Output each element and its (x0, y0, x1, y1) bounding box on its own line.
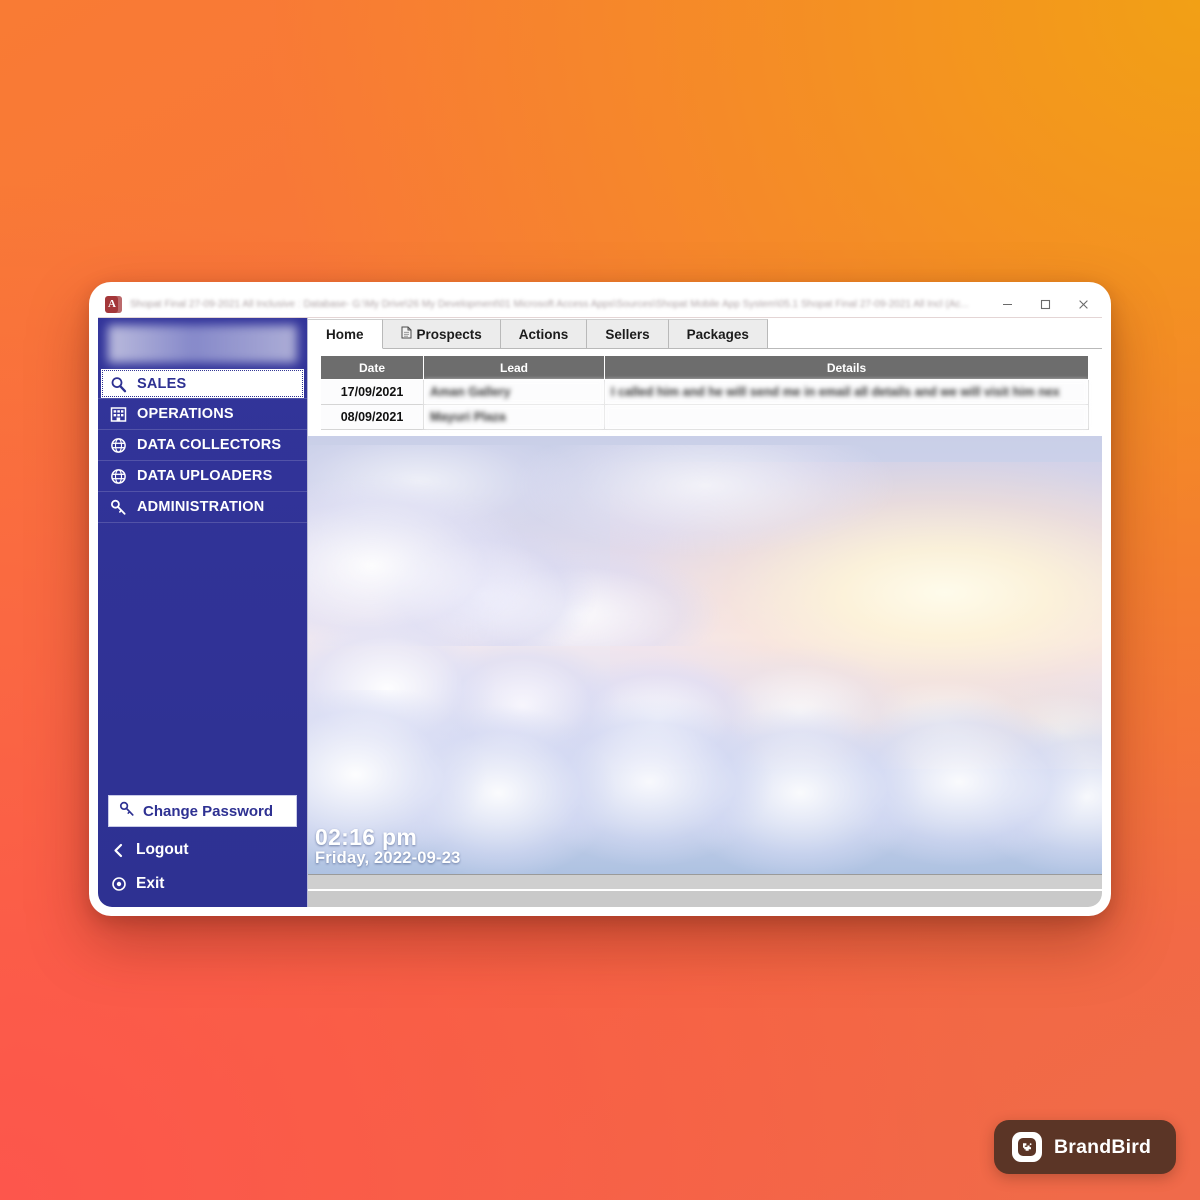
building-icon (109, 405, 128, 424)
access-icon-glyph: A (108, 297, 116, 310)
change-password-label: Change Password (143, 802, 274, 820)
logout-label: Logout (136, 841, 189, 858)
tab-bar: Home Prospects Actions Sellers Packages (308, 318, 1102, 349)
app-window: A Shopat Final 27-09-2021 All Inclusive … (89, 282, 1111, 916)
table-header-row: Date Lead Details (321, 356, 1089, 380)
cell-lead: Aman Gallery (423, 379, 605, 405)
clock-time: 02:16 pm (315, 824, 418, 851)
cloud-layer-middle (308, 602, 1102, 769)
sidebar-item-label: SALES (137, 375, 187, 392)
power-icon (111, 877, 126, 892)
sky-background-panel: 02:16 pm Friday, 2022-09-23 (308, 436, 1102, 874)
access-icon: A (105, 295, 122, 313)
table-row[interactable]: 17/09/2021 Aman Gallery I called him and… (321, 379, 1089, 405)
tab-sellers[interactable]: Sellers (587, 319, 669, 348)
brandbird-logo-icon (1012, 1132, 1042, 1162)
cell-date: 17/09/2021 (321, 379, 424, 405)
column-header-lead[interactable]: Lead (423, 356, 605, 380)
minimize-icon[interactable] (988, 291, 1026, 317)
change-password-button[interactable]: Change Password (108, 795, 297, 827)
cell-details: I called him and he will send me in emai… (604, 379, 1089, 405)
horizontal-scrollbar[interactable] (308, 874, 1102, 889)
sidebar-item-administration[interactable]: ADMINISTRATION (98, 491, 307, 523)
cell-date: 08/09/2021 (321, 404, 424, 430)
tab-label: Actions (518, 326, 569, 342)
tab-label: Home (326, 326, 364, 342)
tab-packages[interactable]: Packages (668, 319, 768, 348)
tab-prospects[interactable]: Prospects (382, 319, 501, 348)
window-titlebar: A Shopat Final 27-09-2021 All Inclusive … (98, 291, 1102, 318)
close-icon[interactable] (1064, 291, 1102, 317)
globe-icon (109, 467, 128, 486)
magnifier-icon (109, 375, 128, 394)
logout-button[interactable]: Logout (98, 833, 307, 867)
sidebar-item-data-collectors[interactable]: DATA COLLECTORS (98, 429, 307, 460)
exit-label: Exit (136, 875, 165, 892)
sidebar-item-label: DATA COLLECTORS (137, 436, 282, 453)
brandbird-label: BrandBird (1054, 1135, 1152, 1158)
content-area: Home Prospects Actions Sellers Packages … (307, 318, 1102, 907)
sidebar: SALES OPERATIONS DATA COLLECTORS DATA UP… (98, 318, 307, 907)
sidebar-nav: SALES OPERATIONS DATA COLLECTORS DATA UP… (98, 369, 307, 523)
clock-date: Friday, 2022-09-23 (315, 849, 461, 868)
column-header-date[interactable]: Date (321, 356, 424, 380)
tab-strip-filler (767, 319, 1102, 348)
key-icon (109, 498, 128, 517)
maximize-icon[interactable] (1026, 291, 1064, 317)
tab-label: Sellers (605, 326, 650, 342)
status-bar (308, 889, 1102, 907)
cell-lead: Mayuri Plaza (423, 404, 605, 430)
brandbird-watermark: BrandBird (994, 1120, 1176, 1174)
tab-home[interactable]: Home (308, 319, 383, 349)
sidebar-item-sales[interactable]: SALES (101, 369, 304, 398)
column-header-details[interactable]: Details (604, 356, 1089, 380)
records-table: Date Lead Details 17/09/2021 Aman Galler… (321, 356, 1089, 430)
exit-button[interactable]: Exit (98, 867, 307, 901)
cell-details (604, 404, 1089, 430)
sidebar-item-operations[interactable]: OPERATIONS (98, 398, 307, 429)
globe-icon (109, 436, 128, 455)
sidebar-item-label: OPERATIONS (137, 405, 234, 422)
window-title: Shopat Final 27-09-2021 All Inclusive : … (130, 298, 969, 310)
records-table-wrapper: Date Lead Details 17/09/2021 Aman Galler… (308, 349, 1102, 430)
key-icon (119, 801, 135, 821)
table-row[interactable]: 08/09/2021 Mayuri Plaza (321, 404, 1089, 430)
desktop-backdrop: A Shopat Final 27-09-2021 All Inclusive … (0, 0, 1200, 1200)
sidebar-item-label: ADMINISTRATION (137, 498, 265, 515)
tab-actions[interactable]: Actions (500, 319, 588, 348)
chevron-left-icon (111, 843, 126, 858)
clock-widget: 02:16 pm Friday, 2022-09-23 (315, 825, 460, 868)
document-icon (401, 326, 412, 342)
cloud-layer-upper (308, 444, 1102, 647)
sidebar-item-label: DATA UPLOADERS (137, 467, 273, 484)
sidebar-item-data-uploaders[interactable]: DATA UPLOADERS (98, 460, 307, 491)
tab-label: Packages (686, 326, 749, 342)
shopex-logo (108, 325, 297, 363)
tab-label: Prospects (416, 326, 482, 342)
